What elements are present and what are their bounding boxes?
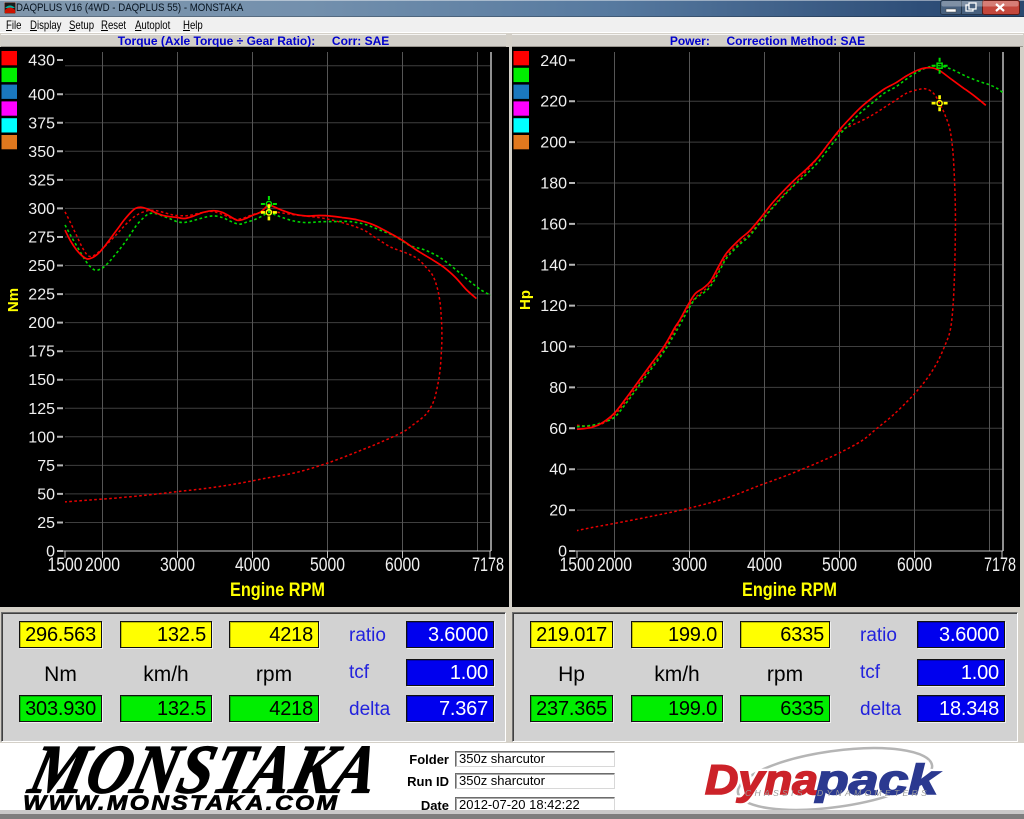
svg-text:250: 250 (28, 258, 55, 275)
svg-text:Engine RPM: Engine RPM (230, 580, 325, 601)
svg-text:75: 75 (37, 458, 55, 475)
svg-text:300: 300 (28, 201, 55, 218)
svg-text:4000: 4000 (235, 555, 270, 576)
svg-text:6000: 6000 (385, 555, 420, 576)
svg-text:5000: 5000 (822, 555, 857, 576)
svg-text:375: 375 (28, 115, 55, 132)
svg-text:100: 100 (540, 339, 567, 356)
svg-text:3000: 3000 (672, 555, 707, 576)
svg-text:160: 160 (540, 216, 567, 233)
svg-text:150: 150 (28, 372, 55, 389)
svg-text:80: 80 (549, 380, 567, 397)
svg-text:120: 120 (540, 298, 567, 315)
svg-text:7178: 7178 (472, 555, 504, 576)
svg-text:1500: 1500 (48, 555, 83, 576)
svg-text:100: 100 (28, 429, 55, 446)
svg-text:200: 200 (28, 315, 55, 332)
svg-text:350: 350 (28, 144, 55, 161)
svg-text:2000: 2000 (597, 555, 632, 576)
svg-text:180: 180 (540, 176, 567, 193)
svg-text:5000: 5000 (310, 555, 345, 576)
svg-text:200: 200 (540, 135, 567, 152)
svg-text:20: 20 (549, 503, 567, 520)
svg-text:6000: 6000 (897, 555, 932, 576)
svg-text:220: 220 (540, 94, 567, 111)
svg-text:Engine RPM: Engine RPM (742, 580, 837, 601)
svg-text:40: 40 (549, 462, 567, 479)
svg-text:7178: 7178 (984, 555, 1016, 576)
svg-text:125: 125 (28, 401, 55, 418)
svg-text:1500: 1500 (560, 555, 595, 576)
svg-text:Hp: Hp (517, 290, 534, 310)
svg-text:25: 25 (37, 515, 55, 532)
svg-text:Nm: Nm (5, 288, 22, 312)
svg-text:175: 175 (28, 344, 55, 361)
svg-text:2000: 2000 (85, 555, 120, 576)
svg-text:240: 240 (540, 53, 567, 70)
svg-text:400: 400 (28, 87, 55, 104)
svg-text:140: 140 (540, 257, 567, 274)
svg-text:50: 50 (37, 486, 55, 503)
svg-text:275: 275 (28, 230, 55, 247)
svg-text:3000: 3000 (160, 555, 195, 576)
svg-text:225: 225 (28, 287, 55, 304)
svg-text:60: 60 (549, 421, 567, 438)
svg-text:430: 430 (28, 53, 55, 70)
svg-text:4000: 4000 (747, 555, 782, 576)
svg-text:CHASSIS DYNAMOMETERS: CHASSIS DYNAMOMETERS (745, 789, 930, 798)
svg-text:325: 325 (28, 172, 55, 189)
